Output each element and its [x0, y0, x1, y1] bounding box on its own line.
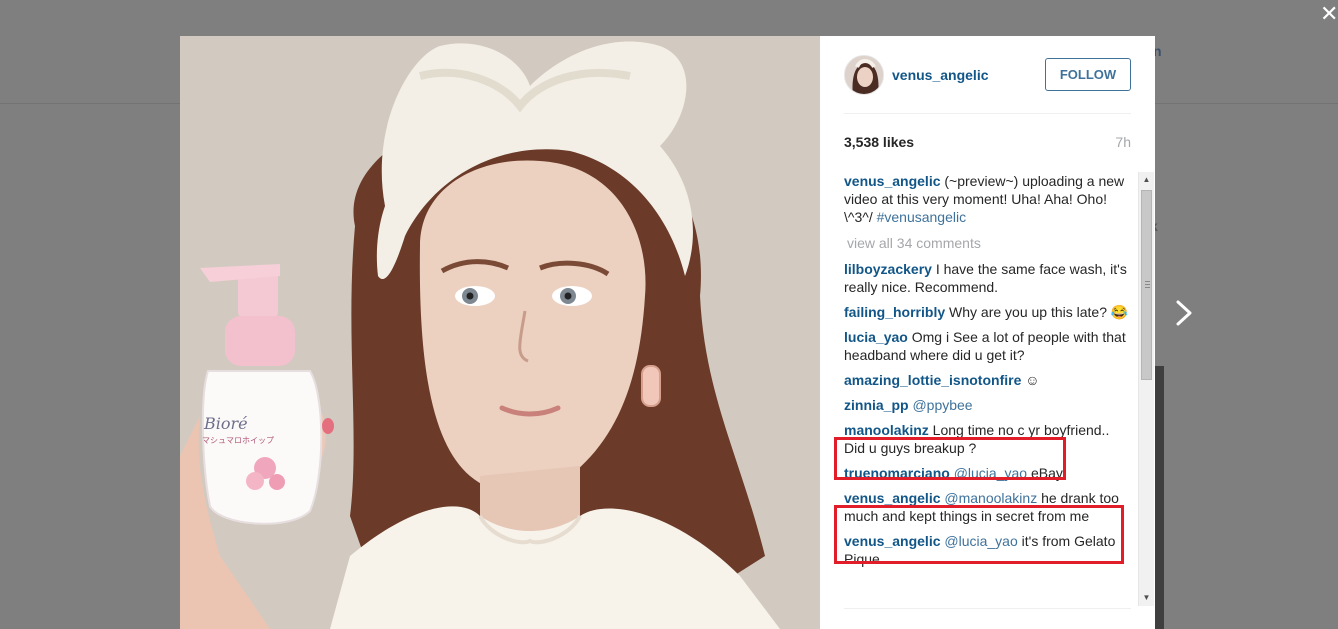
comment-author[interactable]: zinnia_pp — [844, 397, 909, 413]
comment-item: lilboyzackery I have the same face wash,… — [844, 260, 1134, 296]
comment-text: ☺ — [1021, 372, 1040, 388]
post-caption: venus_angelic (~preview~) uploading a ne… — [844, 172, 1134, 226]
comment-item: lucia_yao Omg i See a lot of people with… — [844, 328, 1134, 364]
post-timestamp[interactable]: 7h — [1115, 134, 1131, 150]
comment-author[interactable]: venus_angelic — [844, 490, 941, 506]
bottle-subtitle-text: マシュマロホイップ — [202, 436, 274, 445]
comment-item: zinnia_pp @ppybee — [844, 396, 1134, 414]
avatar[interactable] — [844, 55, 884, 95]
post-modal: Bioré マシュマロホイップ venus_angelic FOLLOW 3,5… — [180, 36, 1155, 629]
comment-text: eBay — [1027, 465, 1063, 481]
comment-item: amazing_lottie_isnotonfire ☺ — [844, 371, 1134, 389]
comment-item: manoolakinz Long time no c yr boyfriend.… — [844, 421, 1134, 457]
likes-row: 3,538 likes 7h — [844, 134, 1131, 154]
hashtag-link[interactable]: #venusangelic — [877, 209, 967, 225]
comment-author[interactable]: lilboyzackery — [844, 261, 932, 277]
view-all-comments-link[interactable]: view all 34 comments — [844, 234, 1134, 252]
bottle-brand-text: Bioré — [204, 414, 248, 433]
mention-link[interactable]: @lucia_yao — [954, 465, 1027, 481]
comment-text: Why are you up this late? 😂 — [945, 304, 1129, 320]
mention-link[interactable]: @lucia_yao — [944, 533, 1017, 549]
mention-link[interactable]: @manoolakinz — [944, 490, 1037, 506]
post-photo[interactable]: Bioré マシュマロホイップ — [180, 36, 820, 629]
comment-item: venus_angelic @lucia_yao it's from Gelat… — [844, 532, 1134, 568]
comment-author[interactable]: venus_angelic — [844, 533, 941, 549]
comment-author[interactable]: amazing_lottie_isnotonfire — [844, 372, 1021, 388]
close-icon[interactable]: ✕ — [1320, 2, 1338, 26]
comments-scrollbar[interactable]: ▲ ▼ — [1138, 172, 1154, 606]
follow-button[interactable]: FOLLOW — [1045, 58, 1131, 91]
post-header: venus_angelic FOLLOW — [844, 36, 1131, 114]
comment-item: truenomarciano @lucia_yao eBay — [844, 464, 1134, 482]
post-side-panel: venus_angelic FOLLOW 3,538 likes 7h venu… — [820, 36, 1155, 629]
comment-author[interactable]: truenomarciano — [844, 465, 950, 481]
scrollbar-grip-icon — [1145, 281, 1150, 288]
comments-list[interactable]: venus_angelic (~preview~) uploading a ne… — [844, 172, 1134, 606]
comment-author[interactable]: lucia_yao — [844, 329, 908, 345]
comment-item: failing_horribly Why are you up this lat… — [844, 303, 1134, 321]
scroll-up-arrow-icon[interactable]: ▲ — [1139, 172, 1154, 188]
post-author-username[interactable]: venus_angelic — [892, 67, 989, 83]
comment-author[interactable]: venus_angelic — [844, 173, 941, 189]
comment-author[interactable]: failing_horribly — [844, 304, 945, 320]
comment-author[interactable]: manoolakinz — [844, 422, 929, 438]
mention-link[interactable]: @ppybee — [912, 397, 972, 413]
background-image-strip — [1155, 366, 1164, 629]
comment-item: venus_angelic @manoolakinz he drank too … — [844, 489, 1134, 525]
scrollbar-thumb[interactable] — [1141, 190, 1152, 380]
chevron-right-icon[interactable] — [1170, 296, 1198, 330]
likes-count[interactable]: 3,538 likes — [844, 134, 914, 150]
divider — [844, 608, 1131, 609]
scroll-down-arrow-icon[interactable]: ▼ — [1139, 590, 1154, 606]
